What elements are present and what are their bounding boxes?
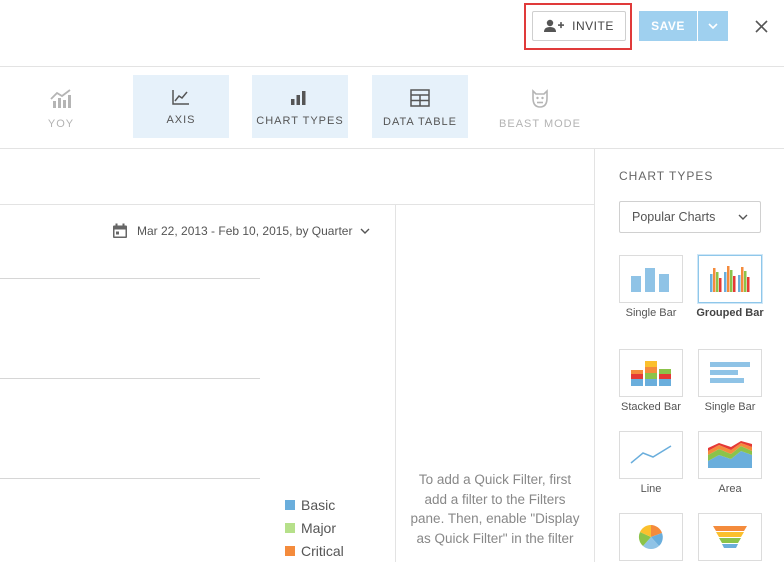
chart-type-area[interactable]: [698, 431, 762, 479]
tool-axis[interactable]: AXIS: [133, 75, 229, 138]
chart-type-funnel[interactable]: [698, 513, 762, 561]
tool-data-table[interactable]: DATA TABLE: [372, 75, 468, 138]
chart-gridline: [0, 478, 260, 479]
chart-type-label: Single Bar: [625, 307, 677, 319]
funnel-chart-icon: [713, 526, 747, 548]
chart-type-pie[interactable]: [619, 513, 683, 561]
tool-yoy-label: YOY: [47, 118, 75, 130]
yoy-chart-icon: [50, 89, 71, 108]
stacked-bar-chart-icon: [631, 361, 671, 386]
date-range-selector[interactable]: Mar 22, 2013 - Feb 10, 2015, by Quarter: [112, 223, 370, 239]
chart-type-label: Area: [718, 483, 742, 495]
line-chart-icon: [630, 445, 672, 464]
tool-data-table-label: DATA TABLE: [383, 116, 457, 128]
chart-type-single-bar[interactable]: [619, 255, 683, 303]
chart-type-grouped-bar[interactable]: [698, 255, 762, 303]
tool-yoy[interactable]: YOY: [20, 75, 102, 138]
quick-filter-hint: To add a Quick Filter, first add a filte…: [410, 472, 580, 546]
chart-gridline: [0, 278, 260, 279]
chevron-down-icon: [360, 228, 370, 234]
legend-swatch: [285, 522, 295, 533]
chart-type-horizontal-bar[interactable]: [698, 349, 762, 397]
save-options-dropdown[interactable]: [698, 11, 728, 41]
close-icon: [754, 19, 768, 33]
chart-gridline: [0, 378, 260, 379]
legend-label: Critical: [301, 542, 344, 559]
invite-label: INVITE: [572, 19, 614, 33]
tool-chart-types-label: CHART TYPES: [256, 115, 344, 127]
horizontal-bar-chart-icon: [710, 362, 750, 383]
date-range-text: Mar 22, 2013 - Feb 10, 2015, by Quarter: [137, 224, 353, 238]
chart-type-label: Grouped Bar: [696, 307, 764, 319]
chart-type-label: Line: [640, 483, 662, 495]
top-bar: INVITE SAVE: [0, 0, 784, 67]
chevron-down-icon: [708, 23, 718, 29]
chart-title-area: [0, 149, 594, 205]
chart-type-line[interactable]: [619, 431, 683, 479]
chart-category-value: Popular Charts: [632, 210, 716, 224]
chart-types-title: CHART TYPES: [619, 169, 714, 183]
chart-legend: Basic Major Critical: [285, 493, 344, 562]
legend-swatch: [285, 499, 295, 510]
invite-button[interactable]: INVITE: [532, 11, 626, 41]
save-label: SAVE: [651, 19, 685, 33]
calendar-icon: [113, 223, 127, 238]
chart-type-stacked-bar[interactable]: [619, 349, 683, 397]
single-bar-chart-icon: [631, 268, 669, 292]
chart-category-select[interactable]: Popular Charts: [619, 201, 761, 233]
grouped-bar-chart-icon: [710, 266, 750, 292]
legend-item-basic[interactable]: Basic: [285, 493, 344, 516]
add-user-icon: [544, 19, 565, 32]
chart-types-icon: [291, 91, 306, 105]
legend-label: Basic: [301, 496, 336, 513]
legend-item-major[interactable]: Major: [285, 516, 344, 539]
close-button[interactable]: [750, 14, 772, 38]
beast-mode-icon: [532, 89, 548, 108]
chart-types-panel: CHART TYPES Popular Charts Single Bar Gr…: [595, 149, 784, 562]
save-button[interactable]: SAVE: [639, 11, 697, 41]
pie-chart-icon: [638, 524, 663, 550]
chart-filter-divider: [395, 205, 396, 562]
tool-axis-label: AXIS: [166, 114, 196, 126]
tool-chart-types[interactable]: CHART TYPES: [252, 75, 348, 138]
area-chart-icon: [708, 441, 752, 468]
tool-beast-mode[interactable]: BEAST MODE: [492, 75, 588, 138]
chart-type-label: Single Bar: [704, 401, 756, 413]
chart-toolbar: YOY AXIS CHART TYPES DATA TABLE BEAST MO…: [0, 67, 784, 149]
chevron-down-icon: [738, 214, 748, 220]
legend-label: Major: [301, 519, 337, 536]
data-table-icon: [410, 89, 430, 107]
chart-type-label: Stacked Bar: [621, 401, 681, 413]
legend-item-critical[interactable]: Critical: [285, 539, 344, 562]
tool-beast-mode-label: BEAST MODE: [499, 118, 581, 130]
chart-canvas-area: Mar 22, 2013 - Feb 10, 2015, by Quarter …: [0, 149, 594, 562]
legend-swatch: [285, 545, 295, 556]
axis-icon: [172, 90, 189, 105]
